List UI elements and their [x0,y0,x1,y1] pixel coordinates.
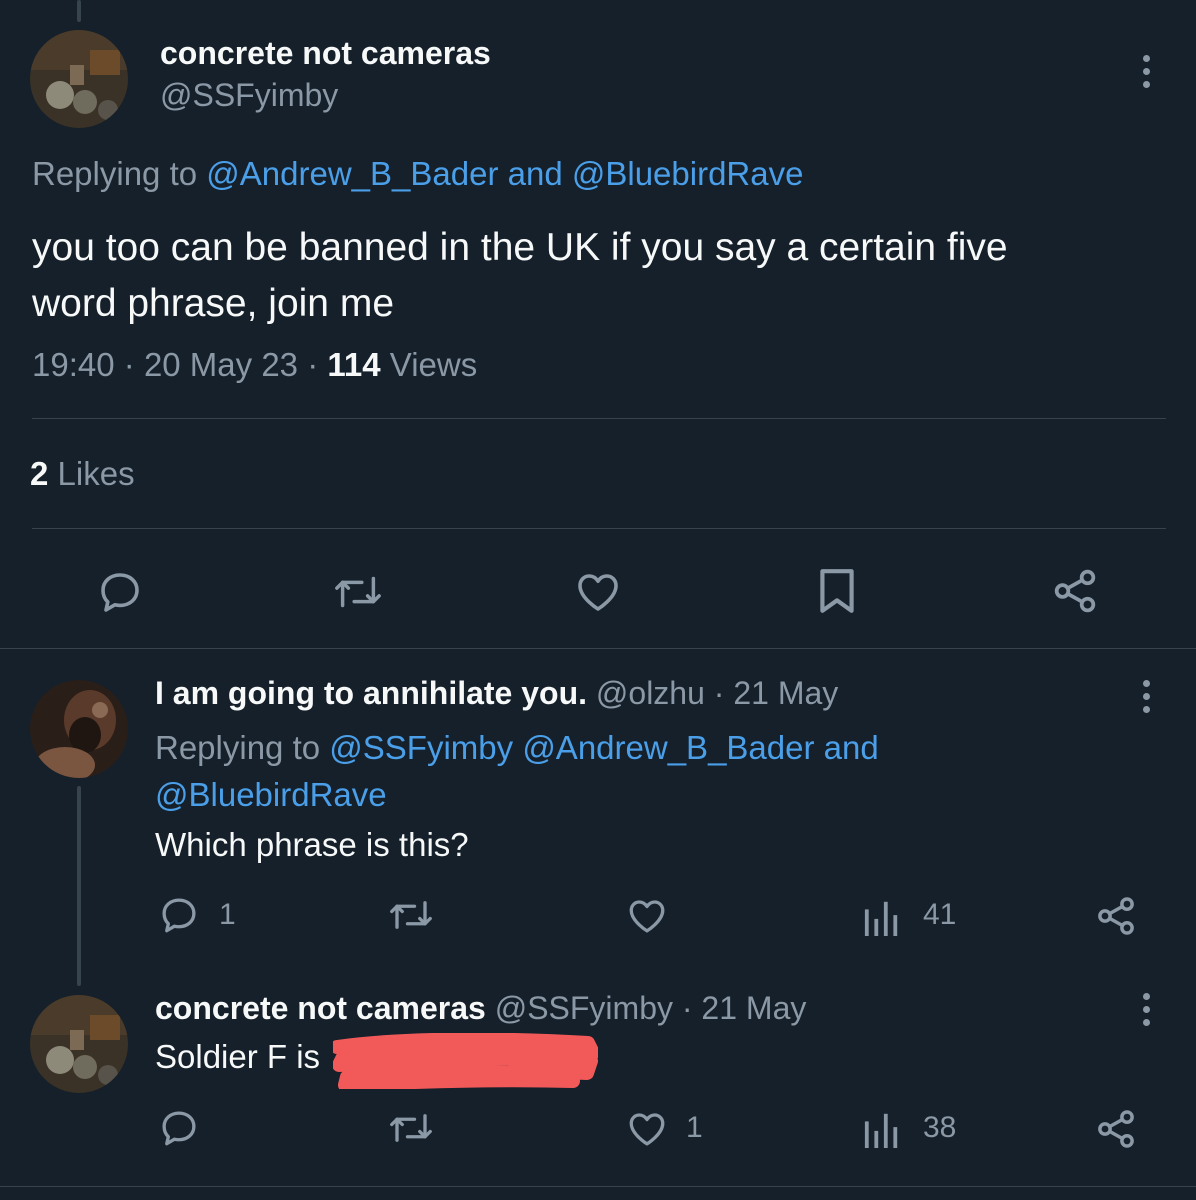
more-options-icon[interactable] [1143,55,1150,88]
likes-stat[interactable]: 2 Likes [30,455,135,493]
divider [32,418,1166,419]
author-handle[interactable]: @SSFyimby [160,77,338,114]
handle-date[interactable]: @SSFyimby · 21 May [495,990,807,1026]
tweet-meta: 19:40 · 20 May 23 · 114 Views [32,346,477,384]
author-name[interactable]: concrete not cameras [155,990,486,1026]
reply-target-link[interactable]: @SSFyimby [329,729,513,766]
thread-line [77,786,81,986]
reply-icon[interactable] [158,894,200,936]
divider [0,1186,1196,1187]
tweet-date[interactable]: 20 May 23 [144,346,298,383]
reply-target-link[interactable]: @Andrew_B_Bader [522,729,814,766]
tweet-text: you too can be banned in the UK if you s… [32,220,1008,332]
retweet-icon[interactable] [388,894,434,936]
reply-icon[interactable] [96,568,144,616]
analytics-icon[interactable] [862,1110,902,1148]
tweet-text-line: you too can be banned in the UK if you s… [32,226,1008,269]
retweet-icon[interactable] [333,568,383,616]
reply-header: I am going to annihilate you. @olzhu · 2… [155,675,838,712]
tweet-text-line: word phrase, join me [32,282,395,325]
share-icon[interactable] [1050,566,1100,616]
replying-to-line: Replying to @SSFyimby @Andrew_B_Bader an… [155,724,1155,818]
retweet-icon[interactable] [388,1107,434,1149]
views-count: 41 [923,898,957,931]
avatar[interactable] [30,995,128,1093]
author-name[interactable]: concrete not cameras [160,35,491,72]
likes-count: 2 [30,455,49,492]
more-options-icon[interactable] [1143,993,1150,1026]
reply-count: 1 [219,898,236,931]
handle-date[interactable]: @olzhu · 21 May [596,675,838,711]
replying-to-label: Replying to [32,155,198,192]
views-label: Views [389,346,478,383]
like-icon[interactable] [573,568,623,616]
bookmark-icon[interactable] [815,566,859,616]
reply-text: Soldier F is [155,1038,321,1075]
views-count: 38 [923,1111,957,1144]
reply-target-link[interactable]: @Andrew_B_Bader [206,155,498,192]
replying-to-line: Replying to @Andrew_B_Bader and @Bluebir… [32,155,803,193]
tweet-time[interactable]: 19:40 [32,346,115,383]
like-icon[interactable] [625,1108,669,1150]
redaction-scribble [330,1032,600,1094]
replying-to-label: Replying to [155,729,321,766]
reply-header: concrete not cameras @SSFyimby · 21 May [155,990,806,1027]
divider [0,648,1196,649]
thread-line-top [77,0,81,22]
likes-label: Likes [57,455,135,492]
views-count: 114 [327,346,381,383]
avatar[interactable] [30,30,128,128]
more-options-icon[interactable] [1143,680,1150,713]
divider [32,528,1166,529]
reply-text: Which phrase is this? [155,826,469,863]
reply-target-link[interactable]: @BluebirdRave [572,155,804,192]
reply-conjunction: and [507,155,563,192]
like-icon[interactable] [625,895,669,937]
analytics-icon[interactable] [862,898,902,936]
share-icon[interactable] [1094,1107,1138,1151]
separator: · [307,346,319,383]
reply-target-link[interactable]: @BluebirdRave [155,771,1155,818]
like-count: 1 [686,1111,703,1144]
reply-icon[interactable] [158,1107,200,1149]
author-name[interactable]: I am going to annihilate you. [155,675,587,711]
share-icon[interactable] [1094,894,1138,938]
separator: · [123,346,135,383]
avatar[interactable] [30,680,128,778]
reply-conjunction: and [823,729,879,766]
